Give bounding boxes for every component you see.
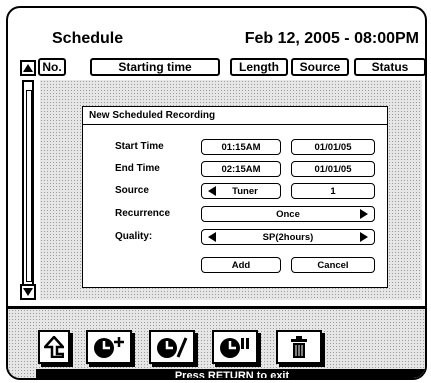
arrow-right-icon[interactable]	[360, 232, 368, 242]
end-time-field[interactable]: 02:15AM	[201, 161, 281, 177]
triangle-up-icon	[23, 64, 33, 72]
scrollbar-track[interactable]	[22, 80, 34, 288]
edit-schedule-icon	[157, 337, 188, 358]
cancel-button[interactable]: Cancel	[291, 257, 375, 273]
trash-icon	[291, 336, 307, 358]
scrollbar-thumb[interactable]	[26, 90, 32, 282]
column-source[interactable]: Source	[291, 58, 349, 76]
start-date-field[interactable]: 01/01/05	[291, 139, 375, 155]
delete-schedule-button[interactable]	[276, 330, 322, 364]
back-arrow-icon	[44, 336, 64, 358]
column-number[interactable]: No.	[38, 58, 66, 76]
recurrence-label: Recurrence	[115, 208, 171, 219]
scroll-down-button[interactable]	[20, 284, 36, 300]
status-bar: Press RETURN to exit	[36, 369, 425, 378]
add-schedule-icon	[94, 337, 124, 358]
start-time-label: Start Time	[115, 141, 164, 152]
end-date-field[interactable]: 01/01/05	[291, 161, 375, 177]
add-schedule-button[interactable]	[86, 330, 132, 364]
channel-field[interactable]: 1	[291, 183, 375, 199]
add-button[interactable]: Add	[201, 257, 281, 273]
source-label: Source	[115, 185, 149, 196]
new-recording-dialog: New Scheduled Recording Start Time 01:15…	[82, 106, 388, 288]
arrow-left-icon[interactable]	[208, 232, 216, 242]
edit-schedule-button[interactable]	[149, 330, 195, 364]
recurrence-selector[interactable]: Once	[201, 206, 375, 222]
back-button[interactable]	[38, 330, 70, 364]
pause-schedule-icon	[220, 338, 249, 358]
column-status[interactable]: Status	[354, 58, 425, 76]
recurrence-value: Once	[276, 208, 300, 220]
current-datetime: Feb 12, 2005 - 08:00PM	[244, 30, 419, 47]
column-header-bar: No. Starting time Length Source Status	[8, 58, 425, 78]
end-time-label: End Time	[115, 163, 160, 174]
arrow-left-icon[interactable]	[208, 186, 216, 196]
page-title: Schedule	[52, 30, 124, 47]
arrow-right-icon[interactable]	[360, 209, 368, 219]
column-length[interactable]: Length	[230, 58, 288, 76]
column-starting-time[interactable]: Starting time	[90, 58, 220, 76]
scroll-up-button[interactable]	[20, 60, 36, 76]
schedule-screen: Schedule Feb 12, 2005 - 08:00PM No. Star…	[6, 6, 427, 380]
start-time-field[interactable]: 01:15AM	[201, 139, 281, 155]
source-selector[interactable]: Tuner	[201, 183, 281, 199]
source-value: Tuner	[232, 185, 258, 197]
quality-label: Quality:	[115, 231, 153, 242]
pause-schedule-button[interactable]	[212, 330, 258, 364]
triangle-down-icon	[23, 288, 33, 296]
quality-value: SP(2hours)	[262, 231, 314, 243]
quality-selector[interactable]: SP(2hours)	[201, 229, 375, 245]
dialog-title: New Scheduled Recording	[83, 107, 387, 125]
